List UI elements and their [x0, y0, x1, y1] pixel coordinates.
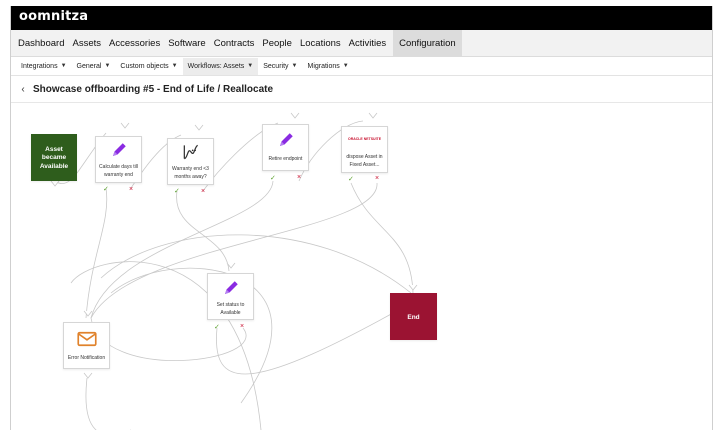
caret-down-icon: ▼ [247, 62, 254, 69]
input-arrow-retire [290, 112, 300, 119]
calculate-days-node[interactable]: Calculate days till warranty end [95, 136, 142, 183]
input-arrow-calc [120, 122, 130, 129]
subnav-security[interactable]: Security ▼ [258, 58, 302, 75]
retire-endpoint-label: Retire endpoint [268, 156, 303, 162]
caret-down-icon: ▼ [342, 62, 349, 69]
nav-accessories[interactable]: Accessories [105, 30, 164, 57]
setstatus-yes-port[interactable]: ✓ [214, 324, 220, 331]
error-notification-label: Error Notification [67, 355, 106, 361]
input-arrow-warranty [194, 124, 204, 131]
output-arrow-start [50, 180, 60, 187]
output-arrow-error [83, 372, 93, 379]
subnav-workflows-assets-label: Workflows: Assets [187, 62, 245, 70]
subnav-workflows-assets[interactable]: Workflows: Assets ▼ [182, 57, 259, 75]
nav-software[interactable]: Software [164, 30, 210, 57]
start-node-label: Asset became Available [39, 146, 69, 170]
main-navigation: Dashboard Assets Accessories Software Co… [11, 29, 712, 57]
dispose-asset-label: dispose Asset in Fixed Asset... [346, 154, 383, 168]
subnav-security-label: Security [263, 62, 289, 70]
retire-no-port[interactable]: × [297, 174, 301, 181]
dispose-asset-node[interactable]: ORACLE NETSUITE dispose Asset in Fixed A… [341, 126, 388, 173]
condition-icon [183, 144, 198, 160]
connector-error-loop [85, 377, 131, 430]
oracle-netsuite-logo: ORACLE NETSUITE [347, 137, 382, 141]
nav-people[interactable]: People [258, 30, 296, 57]
input-arrow-end [408, 284, 418, 291]
subnav-migrations-label: Migrations [307, 62, 340, 70]
end-node-label: End [407, 314, 420, 321]
error-notification-node[interactable]: Error Notification [63, 322, 110, 369]
retire-endpoint-node[interactable]: Retire endpoint [262, 124, 309, 171]
calc-yes-port[interactable]: ✓ [103, 186, 109, 193]
app-logo[interactable]: oomnitza [19, 9, 88, 24]
page-title: Showcase offboarding #5 - End of Life / … [33, 83, 274, 95]
mail-icon [76, 331, 97, 347]
top-bar: oomnitza [11, 6, 712, 30]
connector-cross-a [100, 234, 412, 294]
nav-configuration[interactable]: Configuration [393, 29, 462, 57]
set-status-node[interactable]: Set status to Available [207, 273, 254, 320]
set-status-label: Set status to Available [216, 302, 245, 316]
subnav-custom-objects-label: Custom objects [120, 62, 169, 70]
start-node[interactable]: Asset became Available [31, 134, 77, 181]
warranty-condition-node[interactable]: Warranty end <3 months away? [167, 138, 214, 185]
calc-no-port[interactable]: × [129, 186, 133, 193]
warranty-condition-label: Warranty end <3 months away? [172, 166, 209, 180]
calculate-days-label: Calculate days till warranty end [99, 164, 138, 178]
retire-yes-port[interactable]: ✓ [270, 175, 276, 182]
pencil-icon [224, 281, 238, 294]
subnav-integrations-label: Integrations [21, 62, 58, 70]
nav-contracts[interactable]: Contracts [210, 30, 259, 57]
subnav-general-label: General [76, 62, 102, 70]
subnav-integrations[interactable]: Integrations ▼ [16, 58, 72, 75]
connector-dispose-yes [350, 182, 414, 294]
caret-down-icon: ▼ [171, 62, 178, 69]
pencil-icon [279, 133, 293, 146]
caret-down-icon: ▼ [60, 62, 67, 69]
connector-calc-yes [85, 187, 108, 319]
dispose-no-port[interactable]: × [375, 175, 379, 182]
page-header: ‹ Showcase offboarding #5 - End of Life … [11, 76, 712, 103]
nav-locations[interactable]: Locations [296, 30, 345, 57]
warranty-no-port[interactable]: × [201, 188, 205, 195]
nav-activities[interactable]: Activities [345, 30, 390, 57]
nav-assets[interactable]: Assets [68, 30, 105, 57]
nav-dashboard[interactable]: Dashboard [11, 30, 68, 57]
end-node[interactable]: End [390, 293, 437, 340]
chevron-left-icon[interactable]: ‹ [13, 84, 33, 95]
connector-setstatus-no [90, 317, 247, 361]
workflow-canvas[interactable]: Asset became Available Calculate days ti… [11, 103, 712, 430]
sub-navigation: Integrations ▼ General ▼ Custom objects ▼ W… [11, 57, 712, 76]
subnav-general[interactable]: General ▼ [72, 58, 116, 75]
dispose-yes-port[interactable]: ✓ [348, 176, 354, 183]
subnav-custom-objects[interactable]: Custom objects ▼ [115, 58, 182, 75]
setstatus-no-port[interactable]: × [240, 323, 244, 330]
caret-down-icon: ▼ [291, 62, 298, 69]
input-arrow-dispose [368, 112, 378, 119]
warranty-yes-port[interactable]: ✓ [174, 188, 180, 195]
caret-down-icon: ▼ [104, 62, 111, 69]
subnav-migrations[interactable]: Migrations ▼ [302, 58, 353, 75]
input-arrow-error [83, 310, 93, 317]
pencil-icon [112, 143, 126, 156]
app-window: oomnitza Dashboard Assets Accessories So… [10, 6, 713, 430]
